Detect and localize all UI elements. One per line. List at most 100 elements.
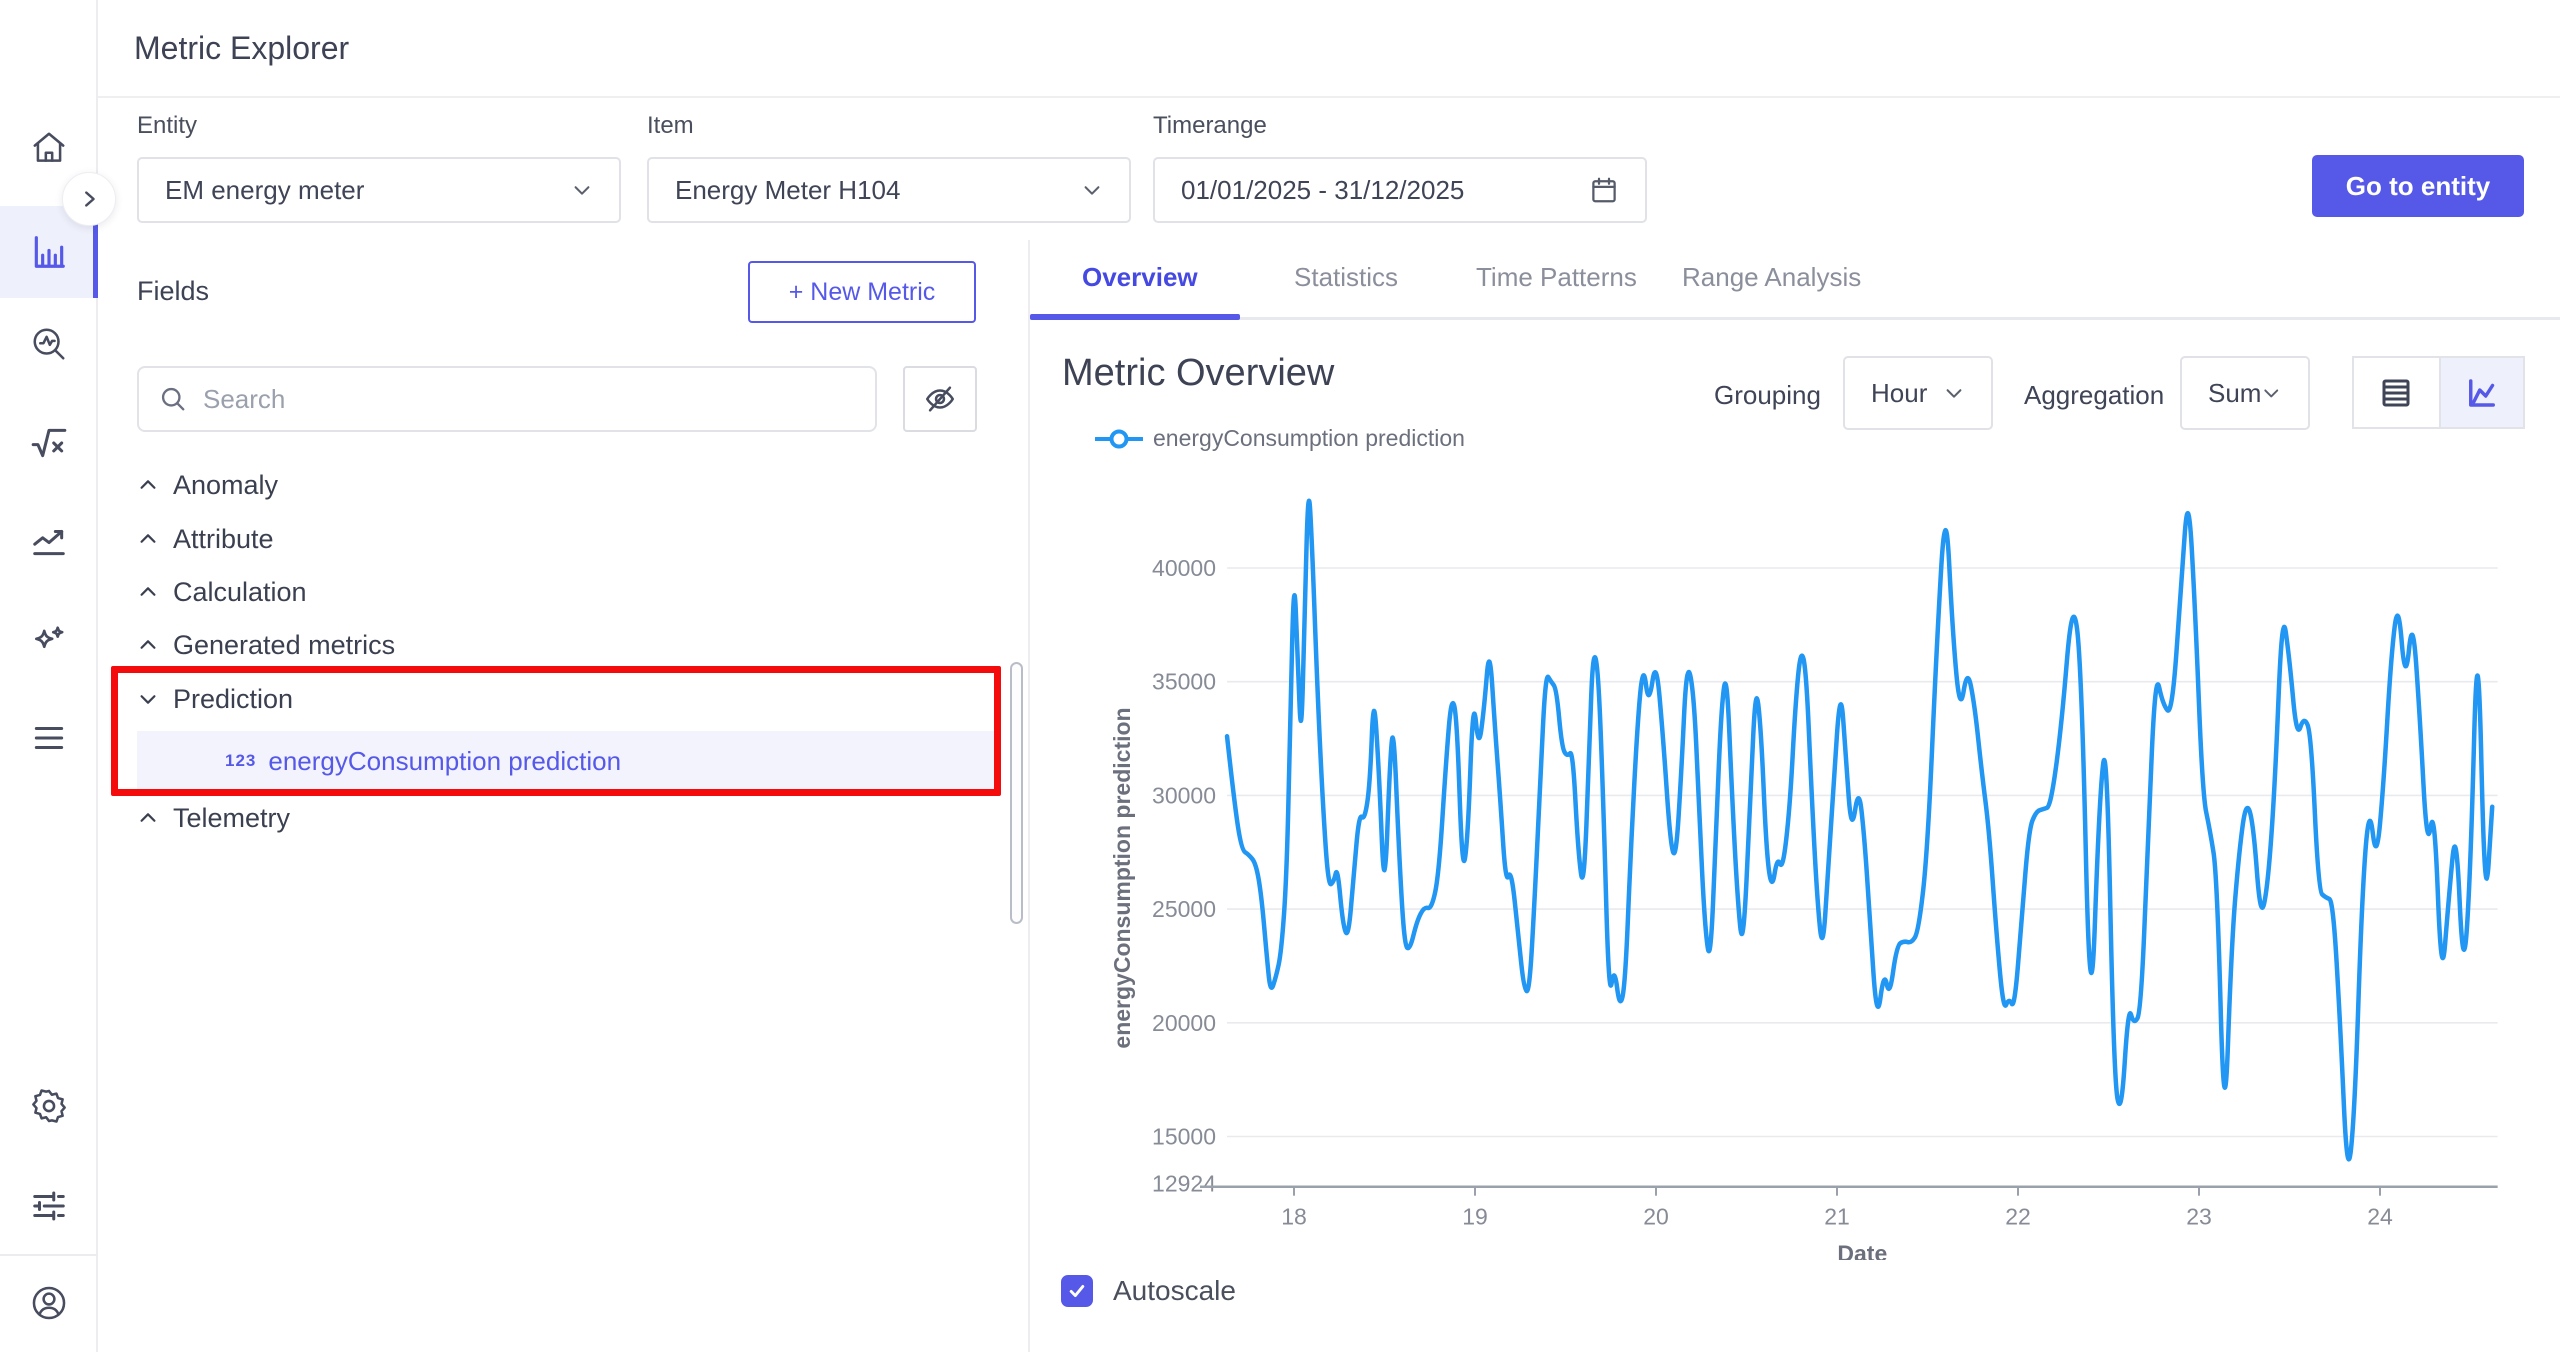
- metric-chart[interactable]: 4000035000300002500020000150001292418192…: [1100, 450, 2540, 1260]
- go-to-entity-button[interactable]: Go to entity: [2312, 155, 2524, 217]
- item-label: Item: [647, 112, 694, 140]
- group-label: Generated metrics: [173, 630, 395, 661]
- field-group-prediction[interactable]: Prediction: [137, 672, 877, 726]
- entity-label: Entity: [137, 112, 197, 140]
- page-title: Metric Explorer: [134, 30, 349, 67]
- table-view-icon: [2378, 375, 2414, 411]
- y-tick-label: 25000: [1152, 896, 1216, 922]
- y-tick-label: 12924: [1152, 1171, 1216, 1197]
- sparkles-icon: [30, 623, 68, 661]
- sidebar-item-list[interactable]: [0, 692, 98, 784]
- new-metric-button[interactable]: + New Metric: [748, 261, 976, 323]
- chart-legend[interactable]: energyConsumption prediction: [1095, 425, 1465, 452]
- group-label: Prediction: [173, 684, 293, 715]
- search-input[interactable]: [203, 384, 855, 415]
- grouping-label: Grouping: [1714, 380, 1821, 411]
- x-tick-label: 22: [2005, 1204, 2031, 1230]
- aggregation-select[interactable]: Sum: [2180, 356, 2310, 430]
- group-label: Telemetry: [173, 803, 290, 834]
- tab-statistics[interactable]: Statistics: [1294, 262, 1398, 293]
- trend-icon: [30, 522, 68, 560]
- sidebar-item-preferences[interactable]: [0, 1160, 98, 1252]
- x-axis-title: Date: [1837, 1241, 1887, 1260]
- panel-divider: [1028, 240, 1030, 1352]
- sidebar-collapse-button[interactable]: [62, 172, 116, 226]
- x-tick-label: 20: [1643, 1204, 1669, 1230]
- item-value: Energy Meter H104: [675, 175, 1081, 206]
- chevron-right-icon: [78, 188, 100, 210]
- bar-chart-icon: [30, 233, 68, 271]
- field-group-generated-metrics[interactable]: Generated metrics: [137, 618, 877, 672]
- sliders-icon: [30, 1187, 68, 1225]
- field-group-calculation[interactable]: Calculation: [137, 565, 877, 619]
- fields-search: [137, 366, 877, 432]
- grouping-value: Hour: [1871, 378, 1943, 409]
- sidebar-item-formula[interactable]: [0, 397, 98, 489]
- field-group-telemetry[interactable]: Telemetry: [137, 791, 877, 845]
- x-tick-label: 19: [1462, 1204, 1488, 1230]
- aggregation-label: Aggregation: [2024, 380, 2164, 411]
- group-label: Anomaly: [173, 470, 278, 501]
- line-chart-view-button[interactable]: [2439, 358, 2524, 427]
- user-icon: [30, 1284, 68, 1322]
- field-group-anomaly[interactable]: Anomaly: [137, 458, 877, 512]
- field-item-label: energyConsumption prediction: [268, 746, 621, 777]
- group-label: Calculation: [173, 577, 307, 608]
- autoscale-label: Autoscale: [1113, 1275, 1236, 1307]
- line-chart-view-icon: [2464, 375, 2500, 411]
- legend-label: energyConsumption prediction: [1153, 425, 1465, 452]
- section-title: Metric Overview: [1062, 352, 1334, 395]
- grouping-select[interactable]: Hour: [1843, 356, 1993, 430]
- tab-time-patterns[interactable]: Time Patterns: [1476, 262, 1637, 293]
- y-axis-title: energyConsumption prediction: [1109, 707, 1135, 1048]
- item-select[interactable]: Energy Meter H104: [647, 157, 1131, 223]
- sidebar-item-ai[interactable]: [0, 596, 98, 688]
- y-tick-label: 15000: [1152, 1124, 1216, 1150]
- chevron-up-icon: [137, 634, 159, 656]
- numeric-type-icon: 123: [225, 751, 256, 771]
- sidebar-item-profile[interactable]: [0, 1257, 98, 1349]
- toggle-hidden-fields-button[interactable]: [903, 366, 977, 432]
- chevron-down-icon: [1943, 382, 1965, 404]
- header-divider: [98, 96, 2560, 98]
- chevron-up-icon: [137, 474, 159, 496]
- sqrt-icon: [30, 424, 68, 462]
- timerange-input[interactable]: 01/01/2025 - 31/12/2025: [1153, 157, 1647, 223]
- y-tick-label: 20000: [1152, 1010, 1216, 1036]
- tabs-divider: [1030, 317, 2560, 320]
- y-tick-label: 35000: [1152, 669, 1216, 695]
- fields-panel-title: Fields: [137, 276, 209, 307]
- chevron-up-icon: [137, 807, 159, 829]
- gear-icon: [30, 1087, 68, 1125]
- fields-panel-scrollbar[interactable]: [1010, 662, 1023, 924]
- table-view-button[interactable]: [2354, 358, 2439, 427]
- sidebar-item-trends[interactable]: [0, 495, 98, 587]
- x-tick-label: 21: [1824, 1204, 1850, 1230]
- entity-select[interactable]: EM energy meter: [137, 157, 621, 223]
- y-tick-label: 40000: [1152, 555, 1216, 581]
- view-toggle: [2352, 356, 2525, 429]
- field-group-attribute[interactable]: Attribute: [137, 512, 877, 566]
- x-tick-label: 23: [2186, 1204, 2212, 1230]
- autoscale-checkbox[interactable]: [1061, 1275, 1093, 1307]
- autoscale-control[interactable]: Autoscale: [1061, 1275, 1236, 1307]
- sidebar-item-settings[interactable]: [0, 1060, 98, 1152]
- chevron-up-icon: [137, 528, 159, 550]
- calendar-icon: [1589, 175, 1619, 205]
- sidebar-divider: [0, 1254, 98, 1256]
- sidebar-item-anomaly-search[interactable]: [0, 298, 98, 390]
- x-tick-label: 24: [2367, 1204, 2393, 1230]
- series-marker-icon: [1095, 429, 1143, 449]
- tab-range-analysis[interactable]: Range Analysis: [1682, 262, 1861, 293]
- tab-overview[interactable]: Overview: [1082, 262, 1198, 293]
- menu-icon: [30, 719, 68, 757]
- home-icon: [30, 129, 68, 167]
- series-line: [1227, 501, 2492, 1160]
- chevron-down-icon: [2261, 382, 2282, 404]
- field-item-energyconsumption-prediction[interactable]: 123 energyConsumption prediction: [137, 731, 1000, 791]
- chevron-down-icon: [1081, 179, 1103, 201]
- chevron-down-icon: [571, 179, 593, 201]
- group-label: Attribute: [173, 524, 274, 555]
- y-tick-label: 30000: [1152, 782, 1216, 808]
- aggregation-value: Sum: [2208, 378, 2261, 409]
